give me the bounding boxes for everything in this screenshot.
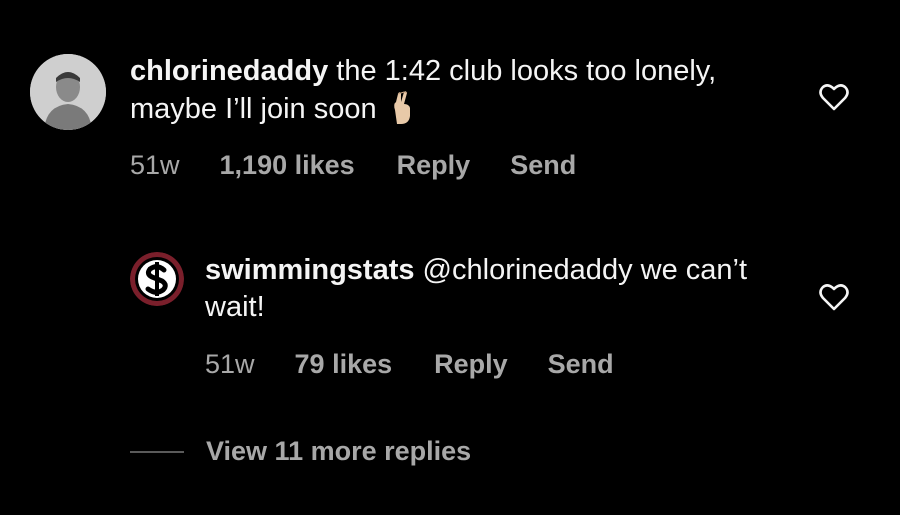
avatar-chlorinedaddy[interactable]	[30, 54, 106, 130]
comment-time: 51w	[130, 150, 180, 180]
avatar-swimmingstats[interactable]	[130, 252, 184, 306]
reply-send-button[interactable]: Send	[548, 349, 614, 380]
dollar-s-logo-icon	[130, 252, 184, 306]
comment-username[interactable]: chlorinedaddy	[130, 55, 328, 87]
reply-username[interactable]: swimmingstats	[205, 254, 415, 286]
view-more-label[interactable]: View 11 more replies	[206, 436, 471, 467]
reply-meta: 51w 79 likes Reply Send	[205, 349, 614, 380]
crossed-fingers-emoji	[387, 90, 417, 134]
reply-body: swimmingstats @chlorinedaddy we can’t wa…	[205, 252, 775, 326]
comment-likes[interactable]: 1,190 likes	[220, 150, 355, 181]
reply-time: 51w	[205, 349, 255, 379]
reply-reply-button[interactable]: Reply	[434, 349, 508, 380]
comment-like-heart-icon[interactable]	[819, 83, 849, 111]
comment-reply-button[interactable]: Reply	[397, 150, 471, 181]
reply-likes[interactable]: 79 likes	[295, 349, 393, 380]
view-more-replies-button[interactable]: View 11 more replies	[130, 436, 471, 467]
comment-body: chlorinedaddy the 1:42 club looks too lo…	[130, 53, 770, 134]
comment-meta: 51w 1,190 likes Reply Send	[130, 150, 576, 181]
comment-send-button[interactable]: Send	[510, 150, 576, 181]
view-more-divider	[130, 450, 184, 453]
reply-like-heart-icon[interactable]	[819, 283, 849, 311]
